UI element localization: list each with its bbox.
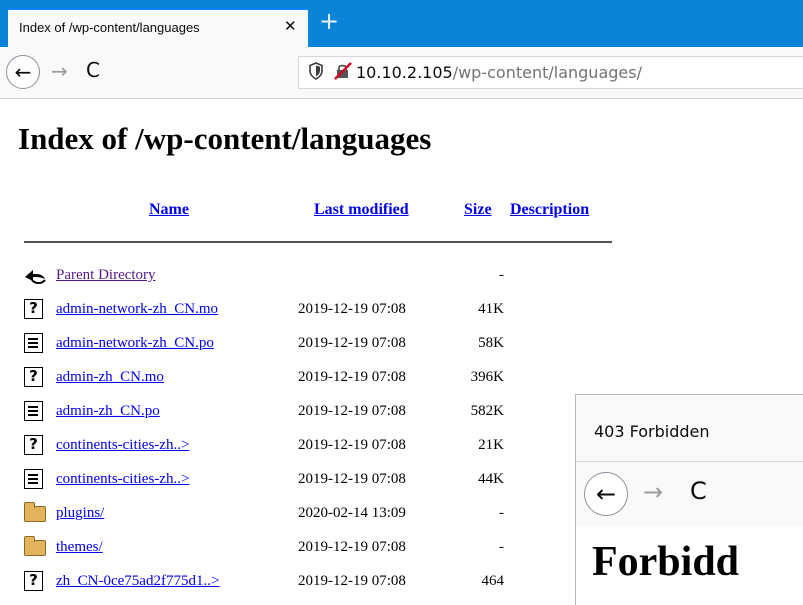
file-date: 2019-12-19 07:08 [298, 301, 406, 317]
address-bar[interactable]: 10.10.2.105/wp-content/languages/ [298, 56, 803, 89]
new-tab-button[interactable]: + [319, 6, 339, 36]
file-date: 2019-12-19 07:08 [298, 437, 406, 453]
window-page-content: Forbidd [576, 526, 803, 605]
url-text[interactable]: 10.10.2.105/wp-content/languages/ [356, 63, 642, 82]
file-size: - [499, 505, 504, 521]
table-row: Parent Directory - [24, 264, 524, 288]
file-link[interactable]: admin-zh_CN.po [56, 403, 160, 420]
file-size: 58K [478, 335, 504, 351]
text-file-icon [24, 469, 43, 489]
file-link[interactable]: admin-network-zh_CN.mo [56, 301, 218, 318]
url-path: /wp-content/languages/ [452, 63, 642, 82]
file-size: 44K [478, 471, 504, 487]
table-row: ? zh_CN-0ce75ad2f775d1..> 2019-12-19 07:… [24, 570, 524, 594]
active-tab[interactable]: Index of /wp-content/languages ✕ [8, 8, 308, 47]
forbidden-browser-window[interactable]: 403 Forbidden ← → C Forbidd [575, 394, 803, 605]
parent-directory-link[interactable]: Parent Directory [56, 267, 156, 284]
file-size: 21K [478, 437, 504, 453]
file-size: - [499, 267, 504, 283]
folder-link[interactable]: themes/ [56, 539, 103, 556]
file-size: 464 [481, 573, 505, 589]
back-button[interactable]: ← [6, 55, 40, 89]
unknown-file-icon: ? [24, 367, 43, 387]
file-date: 2019-12-19 07:08 [298, 369, 406, 385]
text-file-icon [24, 401, 43, 421]
file-date: 2019-12-19 07:08 [298, 335, 406, 351]
shield-icon[interactable] [308, 62, 324, 80]
sort-by-size-link[interactable]: Size [464, 201, 492, 219]
file-date: 2019-12-19 07:08 [298, 471, 406, 487]
folder-icon [24, 536, 46, 556]
file-link[interactable]: continents-cities-zh..> [56, 437, 189, 454]
reload-button[interactable]: C [690, 477, 707, 505]
table-row: plugins/ 2020-02-14 13:09 - [24, 502, 524, 526]
forbidden-heading: Forbidd [592, 539, 740, 585]
file-link[interactable]: admin-zh_CN.mo [56, 369, 164, 386]
page-title: Index of /wp-content/languages [18, 121, 432, 156]
forward-button[interactable]: → [643, 478, 663, 506]
unknown-file-icon: ? [24, 435, 43, 455]
table-row: ? continents-cities-zh..> 2019-12-19 07:… [24, 434, 524, 458]
file-link[interactable]: zh_CN-0ce75ad2f775d1..> [56, 573, 219, 590]
forward-button[interactable]: → [51, 59, 68, 83]
tab-bar: Index of /wp-content/languages ✕ + [0, 0, 803, 47]
table-row: admin-zh_CN.po 2019-12-19 07:08 582K [24, 400, 524, 424]
file-date: 2020-02-14 13:09 [298, 505, 406, 521]
table-row: ? admin-zh_CN.mo 2019-12-19 07:08 396K [24, 366, 524, 390]
file-link[interactable]: admin-network-zh_CN.po [56, 335, 214, 352]
sort-by-last-modified-link[interactable]: Last modified [314, 201, 409, 219]
table-row: ? admin-network-zh_CN.mo 2019-12-19 07:0… [24, 298, 524, 322]
text-file-icon [24, 333, 43, 353]
file-date: 2019-12-19 07:08 [298, 539, 406, 555]
navigation-toolbar: ← → C 10.10.2.105/wp-content/languages/ [0, 47, 803, 99]
back-button[interactable]: ← [584, 472, 628, 516]
folder-icon [24, 502, 46, 522]
sort-by-description-link[interactable]: Description [510, 201, 589, 219]
file-size: 582K [470, 403, 504, 419]
window-tab-title[interactable]: 403 Forbidden [594, 422, 710, 441]
file-link[interactable]: continents-cities-zh..> [56, 471, 189, 488]
window-navigation-toolbar: ← → C [576, 461, 803, 527]
file-size: - [499, 539, 504, 555]
file-date: 2019-12-19 07:08 [298, 403, 406, 419]
table-row: themes/ 2019-12-19 07:08 - [24, 536, 524, 560]
url-host: 10.10.2.105 [356, 63, 453, 82]
close-tab-icon[interactable]: ✕ [284, 17, 297, 35]
table-row: continents-cities-zh..> 2019-12-19 07:08… [24, 468, 524, 492]
unknown-file-icon: ? [24, 571, 43, 591]
file-size: 396K [470, 369, 504, 385]
file-size: 41K [478, 301, 504, 317]
table-row: admin-network-zh_CN.po 2019-12-19 07:08 … [24, 332, 524, 356]
reload-button[interactable]: C [86, 58, 100, 82]
insecure-connection-icon[interactable] [334, 62, 352, 80]
sort-by-name-link[interactable]: Name [149, 201, 189, 219]
header-divider [24, 241, 612, 243]
tab-title: Index of /wp-content/languages [19, 20, 200, 35]
unknown-file-icon: ? [24, 299, 43, 319]
folder-link[interactable]: plugins/ [56, 505, 104, 522]
file-date: 2019-12-19 07:08 [298, 573, 406, 589]
back-arrow-icon [25, 270, 46, 284]
